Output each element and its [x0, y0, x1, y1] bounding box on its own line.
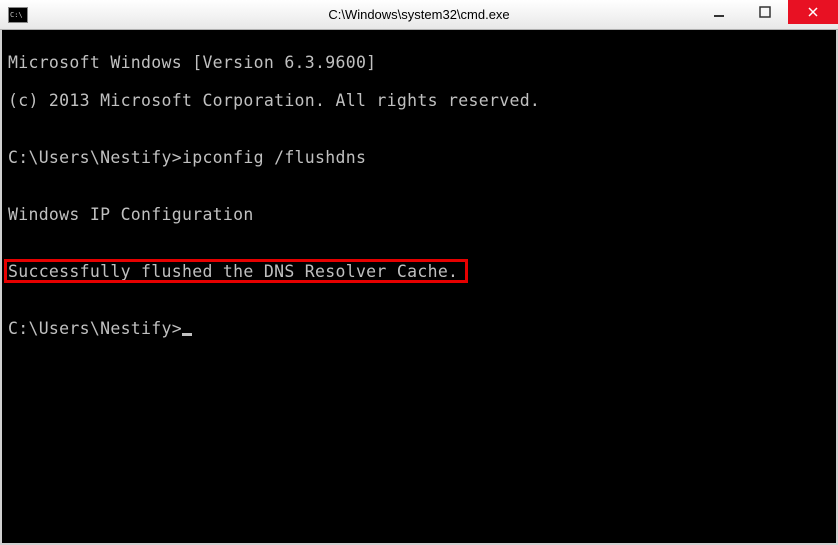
output-heading: Windows IP Configuration	[8, 205, 830, 224]
cmd-window: C:\ C:\Windows\system32\cmd.exe Microsof…	[0, 0, 838, 545]
titlebar[interactable]: C:\ C:\Windows\system32\cmd.exe	[0, 0, 838, 30]
terminal-area[interactable]: Microsoft Windows [Version 6.3.9600] (c)…	[0, 30, 838, 545]
output-line: Microsoft Windows [Version 6.3.9600]	[8, 53, 830, 72]
entered-command: ipconfig /flushdns	[182, 148, 366, 167]
output-line: (c) 2013 Microsoft Corporation. All righ…	[8, 91, 830, 110]
minimize-button[interactable]	[696, 0, 742, 24]
prompt-line: C:\Users\Nestify>ipconfig /flushdns	[8, 148, 830, 167]
success-message: Successfully flushed the DNS Resolver Ca…	[8, 262, 458, 281]
prompt-path: C:\Users\Nestify>	[8, 319, 182, 338]
app-icon: C:\	[8, 7, 28, 23]
window-controls	[696, 0, 838, 29]
prompt-line: C:\Users\Nestify>	[8, 319, 830, 338]
cursor	[182, 333, 192, 336]
maximize-button[interactable]	[742, 0, 788, 24]
success-line: Successfully flushed the DNS Resolver Ca…	[8, 262, 830, 281]
prompt-path: C:\Users\Nestify>	[8, 148, 182, 167]
close-button[interactable]	[788, 0, 838, 24]
